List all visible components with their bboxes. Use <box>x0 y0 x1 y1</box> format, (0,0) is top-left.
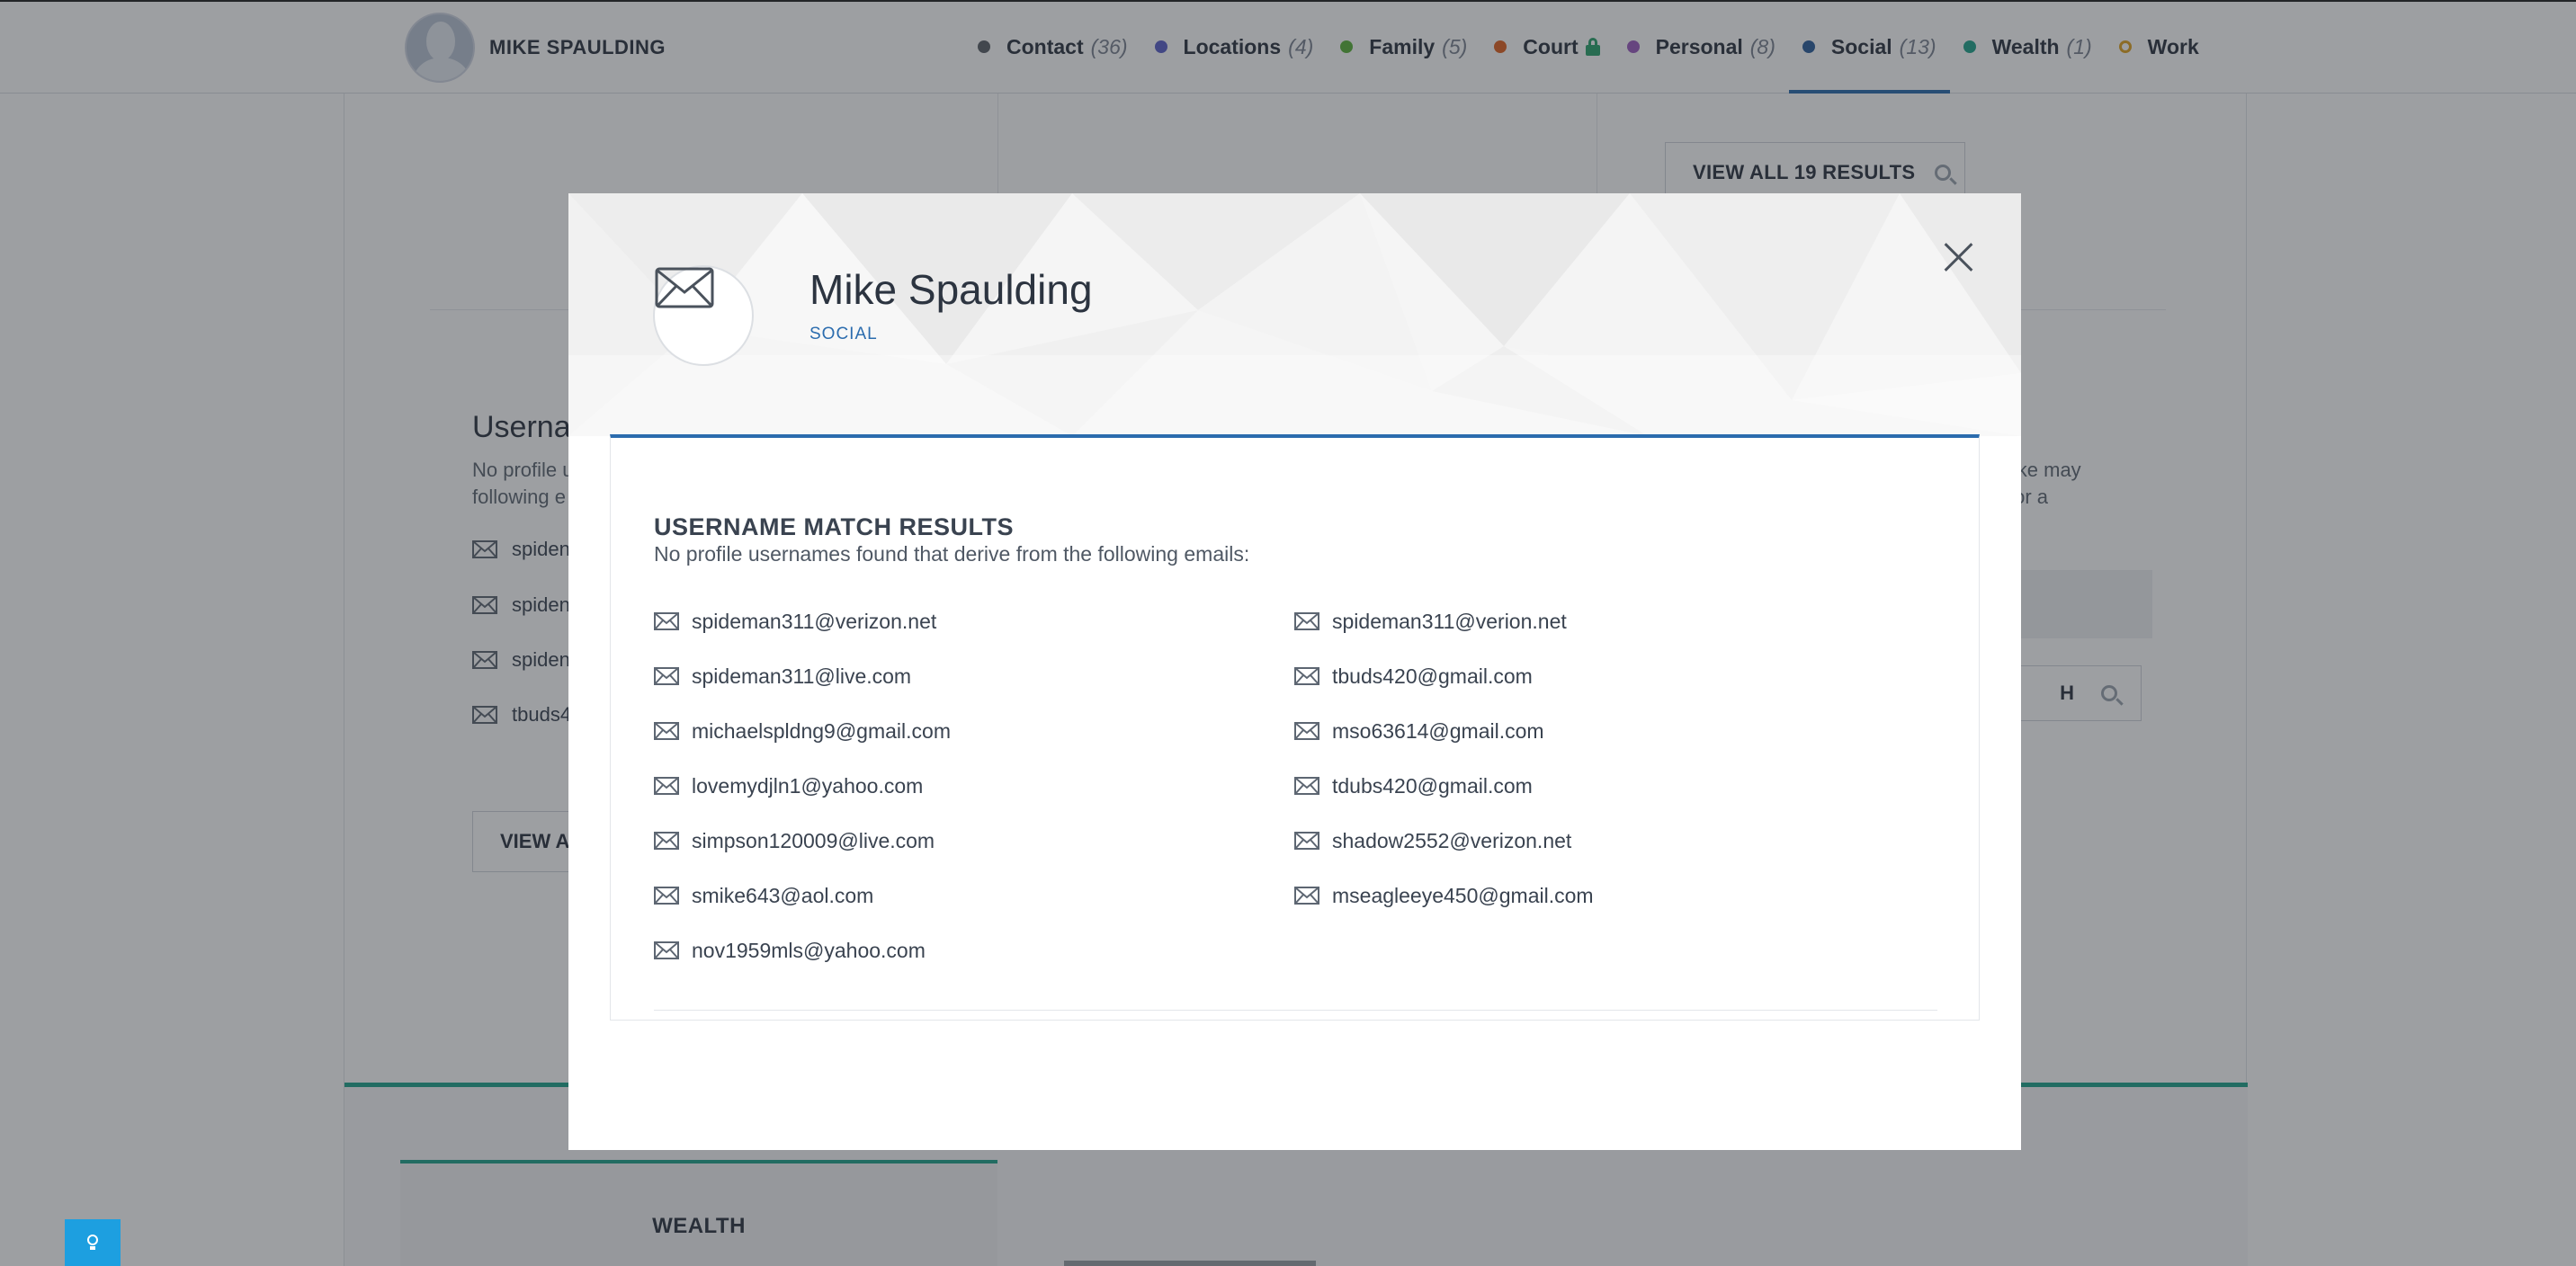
results-divider <box>654 1010 1937 1011</box>
email-address: shadow2552@verizon.net <box>1332 828 1572 852</box>
email-address: tdubs420@gmail.com <box>1332 773 1533 798</box>
envelope-icon <box>654 667 679 685</box>
envelope-icon <box>654 941 679 959</box>
envelope-icon <box>654 832 679 850</box>
email-row: spideman311@verizon.net <box>654 608 936 635</box>
envelope-icon <box>1294 832 1319 850</box>
email-row: spideman311@verion.net <box>1294 608 1567 635</box>
email-row: spideman311@live.com <box>654 663 911 690</box>
modal-category-icon <box>653 265 754 366</box>
email-row: lovemydjln1@yahoo.com <box>654 772 923 799</box>
polygon-background <box>568 193 2021 436</box>
email-row: shadow2552@verizon.net <box>1294 827 1571 854</box>
results-panel: USERNAME MATCH RESULTS No profile userna… <box>610 434 1980 1021</box>
envelope-icon <box>654 777 679 795</box>
email-row: mso63614@gmail.com <box>1294 718 1544 744</box>
lightbulb-icon <box>87 1235 98 1251</box>
help-button[interactable] <box>65 1219 121 1266</box>
social-modal: Mike Spaulding SOCIAL USERNAME MATCH RES… <box>568 193 2021 1150</box>
modal-header: Mike Spaulding SOCIAL <box>568 193 2021 436</box>
email-row: nov1959mls@yahoo.com <box>654 937 926 964</box>
email-row: mseagleeye450@gmail.com <box>1294 882 1594 909</box>
envelope-icon <box>654 887 679 905</box>
email-row: michaelspldng9@gmail.com <box>654 718 951 744</box>
email-row: smike643@aol.com <box>654 882 873 909</box>
envelope-icon <box>1294 722 1319 740</box>
email-address: spideman311@verizon.net <box>692 609 937 633</box>
envelope-icon <box>1294 887 1319 905</box>
email-address: mso63614@gmail.com <box>1332 718 1544 743</box>
email-address: spideman311@verion.net <box>1332 609 1567 633</box>
results-title: USERNAME MATCH RESULTS <box>654 513 1014 540</box>
envelope-icon <box>1294 667 1319 685</box>
envelope-icon <box>1294 777 1319 795</box>
email-address: simpson120009@live.com <box>692 828 935 852</box>
email-address: lovemydjln1@yahoo.com <box>692 773 924 798</box>
email-address: michaelspldng9@gmail.com <box>692 718 951 743</box>
email-row: tbuds420@gmail.com <box>1294 663 1533 690</box>
email-address: spideman311@live.com <box>692 664 912 688</box>
email-address: nov1959mls@yahoo.com <box>692 938 926 962</box>
modal-category-label: SOCIAL <box>809 325 878 343</box>
envelope-icon <box>654 612 679 630</box>
email-address: smike643@aol.com <box>692 883 874 907</box>
envelope-icon <box>655 267 714 308</box>
email-address: mseagleeye450@gmail.com <box>1332 883 1594 907</box>
envelope-icon <box>654 722 679 740</box>
email-row: simpson120009@live.com <box>654 827 935 854</box>
envelope-icon <box>1294 612 1319 630</box>
email-row: tdubs420@gmail.com <box>1294 772 1533 799</box>
close-icon[interactable] <box>1941 240 1977 276</box>
email-address: tbuds420@gmail.com <box>1332 664 1533 688</box>
modal-title: Mike Spaulding <box>809 266 1093 313</box>
results-subtitle: No profile usernames found that derive f… <box>654 542 1250 566</box>
